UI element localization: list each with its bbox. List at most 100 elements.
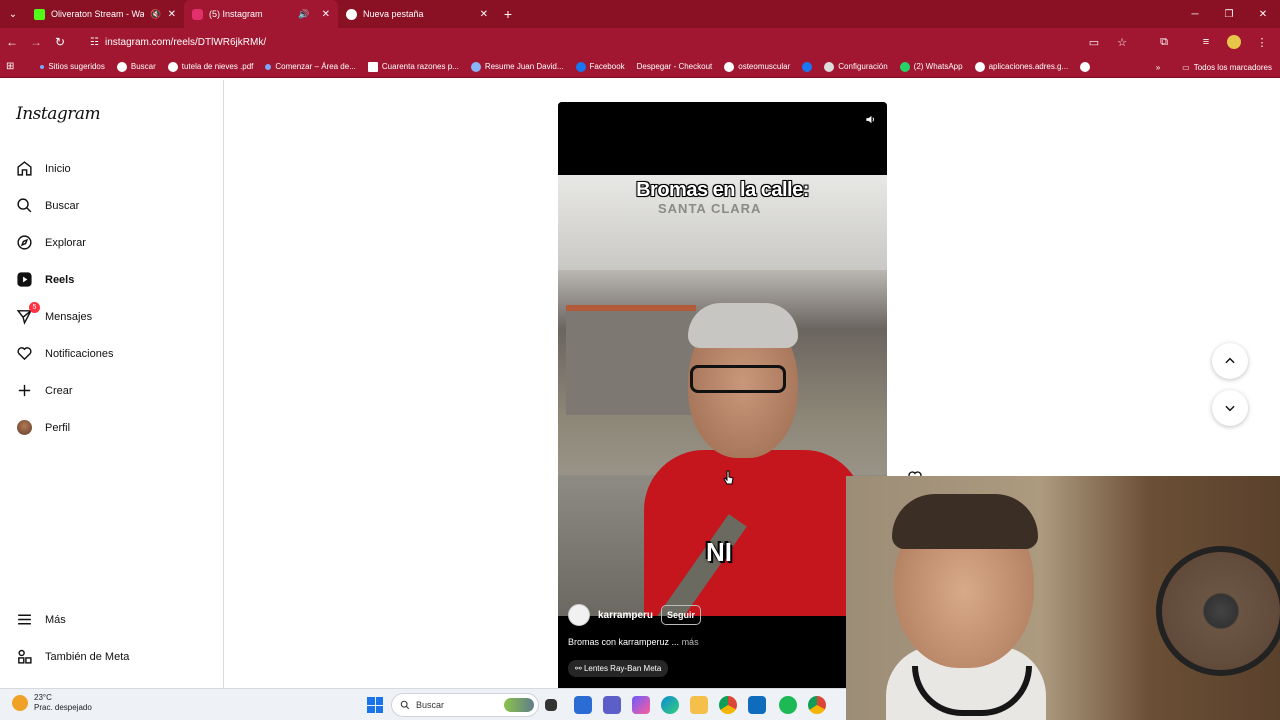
copilot-icon[interactable] (632, 696, 650, 714)
reel-letterbox (558, 102, 887, 175)
author-avatar[interactable] (568, 604, 590, 626)
bookmark-item[interactable]: Buscar (111, 61, 162, 72)
previous-reel-button[interactable] (1212, 343, 1248, 379)
bookmark-item[interactable]: (2) WhatsApp (894, 61, 969, 72)
tab-instagram[interactable]: (5) Instagram 🔊 ✕ (184, 0, 338, 28)
bookmark-item[interactable]: osteomuscular (718, 61, 796, 72)
all-bookmarks[interactable]: » ▭ Todos los marcadores (1156, 56, 1272, 78)
volume-icon[interactable] (861, 110, 879, 128)
bookmark-label: (2) WhatsApp (913, 62, 963, 71)
outlook-icon[interactable] (748, 696, 766, 714)
forward-icon[interactable]: → (24, 28, 48, 56)
more-link[interactable]: más (682, 637, 699, 647)
sidebar-item-perfil[interactable]: Perfil (16, 419, 70, 436)
weather-widget[interactable]: 23°C Prac. despejado (12, 693, 92, 713)
edge-icon[interactable] (661, 696, 679, 714)
tab-new[interactable]: Nueva pestaña ✕ (338, 0, 496, 28)
close-window-icon[interactable]: ✕ (1246, 0, 1280, 28)
sidebar-item-reels[interactable]: Reels (16, 271, 74, 288)
audio-chip[interactable]: ⚯ Lentes Ray-Ban Meta (568, 660, 669, 677)
hamburger-menu-icon (16, 611, 33, 628)
chrome-icon[interactable] (719, 696, 737, 714)
restore-icon[interactable]: ❐ (1212, 0, 1246, 28)
bookmark-star-icon[interactable]: ☆ (1110, 30, 1134, 54)
start-tile (375, 697, 383, 705)
extensions-icon[interactable]: ⧉ (1152, 30, 1176, 54)
reel-video-frame[interactable]: SANTA CLARA Bromas en la calle: NI (558, 175, 887, 616)
bookmark-item[interactable]: Resume Juan David... (465, 61, 570, 72)
folder-icon: ▭ (1182, 62, 1190, 72)
back-icon[interactable]: ← (0, 28, 24, 56)
facebook-bookmark-icon[interactable] (796, 61, 818, 72)
chrome-active-icon[interactable] (808, 696, 826, 714)
url-text[interactable]: instagram.com/reels/DTlWR6jkRMk/ (105, 37, 266, 48)
chrome-favicon-icon (346, 8, 357, 20)
sidebar-item-crear[interactable]: Crear (16, 382, 73, 399)
menu-icon[interactable]: ⋮ (1250, 30, 1274, 54)
cast-icon[interactable]: ▭ (1082, 30, 1106, 54)
bookmark-item[interactable]: aplicaciones.adres.g... (969, 61, 1075, 72)
bookmark-item[interactable]: Configuración (818, 61, 893, 72)
man-hair (688, 303, 798, 348)
sidebar-item-inicio[interactable]: Inicio (16, 160, 71, 177)
media-controls-icon[interactable]: ≡ (1194, 30, 1218, 54)
notification-badge: 5 (29, 302, 40, 313)
bookmark-icon (470, 61, 481, 72)
overflow-chevron-icon[interactable]: » (1156, 63, 1160, 72)
bookmark-label: Buscar (130, 62, 156, 71)
reload-icon[interactable]: ↻ (48, 28, 72, 56)
building-sign: SANTA CLARA (658, 201, 762, 216)
teams-icon[interactable] (603, 696, 621, 714)
sidebar-item-label: Explorar (45, 236, 86, 249)
windows-start-icon[interactable] (367, 697, 383, 713)
sidebar-item-mas[interactable]: Más (16, 611, 66, 628)
next-reel-button[interactable] (1212, 390, 1248, 426)
author-name[interactable]: karramperu (598, 610, 653, 621)
bookmark-item[interactable] (1074, 61, 1096, 72)
taskbar-search[interactable]: Buscar (391, 693, 539, 717)
bookmark-item[interactable]: tutela de nieves .pdf (162, 61, 260, 72)
sidebar-item-notificaciones[interactable]: Notificaciones (16, 345, 113, 362)
bookmark-item[interactable]: Despegar - Checkout (631, 62, 719, 71)
start-tile (367, 697, 375, 705)
tab-oliveraton[interactable]: Oliveraton Stream - Watch L 🔇 ✕ (26, 0, 184, 28)
window-controls: ─ ❐ ✕ (1178, 0, 1280, 28)
weather-sun-icon (12, 695, 28, 711)
webcam-overlay (846, 476, 1280, 720)
muted-icon[interactable]: 🔇 (150, 9, 161, 20)
mouse-cursor-icon (723, 470, 734, 485)
reel-player[interactable]: SANTA CLARA Bromas en la calle: NI karra… (558, 102, 887, 688)
sidebar-item-buscar[interactable]: Buscar (16, 197, 79, 214)
follow-button[interactable]: Seguir (661, 605, 702, 625)
audio-icon[interactable]: 🔊 (298, 9, 309, 20)
globe-icon (974, 61, 985, 72)
profile-avatar[interactable] (1222, 30, 1246, 54)
sidebar-item-meta[interactable]: También de Meta (16, 648, 129, 665)
site-info-icon[interactable]: ☷ (90, 37, 99, 48)
bookmark-icon (116, 61, 127, 72)
minimize-icon[interactable]: ─ (1178, 0, 1212, 28)
spotify-icon[interactable] (779, 696, 797, 714)
address-bar[interactable]: ☷ instagram.com/reels/DTlWR6jkRMk/ (90, 31, 1082, 53)
reel-overlay-title: Bromas en la calle: (636, 179, 809, 201)
store-icon[interactable] (574, 696, 592, 714)
apps-icon[interactable]: ⊞ (0, 61, 20, 72)
bookmark-item[interactable]: Sitios sugeridos (34, 62, 110, 71)
home-icon (16, 160, 33, 177)
new-tab-button[interactable]: + (496, 6, 520, 22)
bookmark-item[interactable]: Facebook (570, 61, 631, 72)
close-tab-icon[interactable]: ✕ (322, 9, 330, 20)
sidebar-item-mensajes[interactable]: 5 Mensajes (16, 302, 92, 325)
close-tab-icon[interactable]: ✕ (168, 9, 176, 20)
tab-search-dropdown[interactable]: ⌄ (0, 0, 26, 28)
tab-bar: ⌄ Oliveraton Stream - Watch L 🔇 ✕ (5) In… (0, 0, 1280, 28)
file-explorer-icon[interactable] (690, 696, 708, 714)
close-tab-icon[interactable]: ✕ (480, 9, 488, 20)
bookmark-icon (40, 64, 45, 69)
bookmark-item[interactable]: Comenzar – Área de... (259, 62, 361, 71)
bookmark-label: Facebook (589, 62, 625, 71)
instagram-logo[interactable]: Instagram (16, 104, 101, 124)
sidebar-item-explorar[interactable]: Explorar (16, 234, 86, 251)
task-view-icon[interactable] (545, 699, 557, 711)
bookmark-item[interactable]: Cuarenta razones p... (362, 61, 465, 72)
